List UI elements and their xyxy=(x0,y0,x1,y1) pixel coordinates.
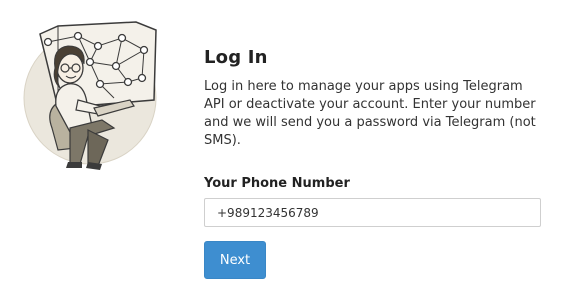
telegram-developer-illustration-icon xyxy=(18,8,168,176)
login-description: Log in here to manage your apps using Te… xyxy=(204,79,536,148)
phone-number-input[interactable] xyxy=(204,198,541,227)
page-title: Log In xyxy=(204,47,268,68)
login-page: Log In Log in here to manage your apps u… xyxy=(0,0,577,306)
next-button[interactable]: Next xyxy=(204,241,266,279)
login-form: Log In Log in here to manage your apps u… xyxy=(204,46,549,279)
phone-number-label: Your Phone Number xyxy=(204,176,350,191)
